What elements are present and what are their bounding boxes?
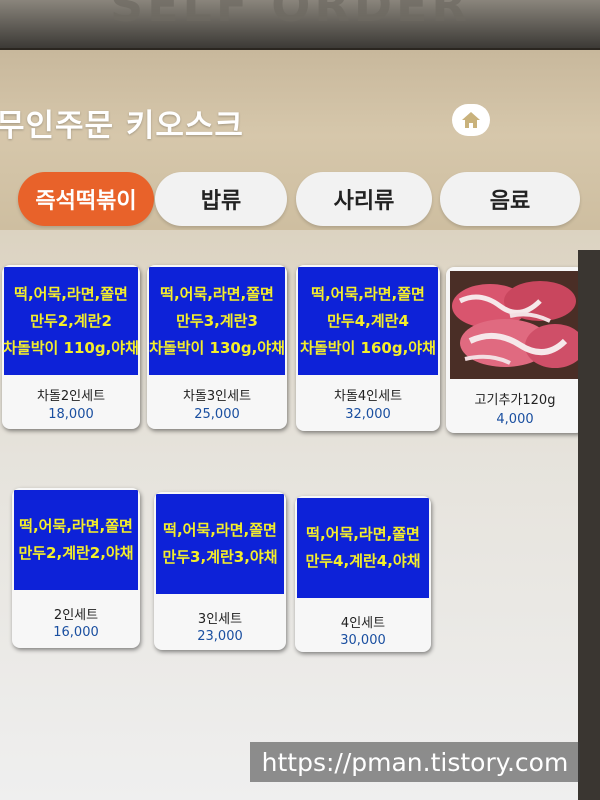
page-title: 무인주문 키오스크 xyxy=(0,108,244,144)
product-desc-line: 만두2,계란2 xyxy=(30,311,112,330)
product-price: 30,000 xyxy=(340,633,386,648)
product-image: 떡,어묵,라면,쫄면 만두4,계란4 차돌박이 160g,야채 xyxy=(298,267,438,375)
home-button[interactable] xyxy=(452,104,490,136)
product-desc-line: 떡,어묵,라면,쫄면 xyxy=(19,517,133,535)
product-price: 25,000 xyxy=(194,407,240,422)
product-desc-line: 떡,어묵,라면,쫄면 xyxy=(311,284,425,303)
product-price: 16,000 xyxy=(53,625,99,640)
product-desc-line: 떡,어묵,라면,쫄면 xyxy=(163,521,277,539)
product-desc-line: 차돌박이 110g,야채 xyxy=(3,338,139,357)
meat-photo xyxy=(450,271,584,379)
product-card-set-3[interactable]: 떡,어묵,라면,쫄면 만두3,계란3,야채 3인세트 23,000 xyxy=(154,492,286,650)
product-grid: 떡,어묵,라면,쫄면 만두2,계란2 차돌박이 110g,야채 차돌2인세트 1… xyxy=(0,230,600,800)
product-name: 3인세트 xyxy=(197,612,243,627)
tab-sides[interactable]: 사리류 xyxy=(296,172,432,226)
product-card-set-4[interactable]: 떡,어묵,라면,쫄면 만두4,계란4,야채 4인세트 30,000 xyxy=(295,496,431,652)
product-name: 4인세트 xyxy=(340,616,386,631)
home-icon xyxy=(462,112,480,128)
product-price: 32,000 xyxy=(345,407,391,422)
product-image: 떡,어묵,라면,쫄면 만두4,계란4,야채 xyxy=(297,498,429,598)
header: 무인주문 키오스크 즉석떡볶이 밥류 사리류 음료 xyxy=(0,50,600,240)
product-image: 떡,어묵,라면,쫄면 만두3,계란3,야채 xyxy=(156,494,284,594)
tab-tteokbokki[interactable]: 즉석떡볶이 xyxy=(18,172,154,226)
tab-rice[interactable]: 밥류 xyxy=(155,172,287,226)
bezel-text: SELF ORDER xyxy=(110,0,471,32)
product-image: 떡,어묵,라면,쫄면 만두3,계란3 차돌박이 130g,야채 xyxy=(149,267,285,375)
product-card-set-2[interactable]: 떡,어묵,라면,쫄면 만두2,계란2,야채 2인세트 16,000 xyxy=(12,488,140,648)
product-image: 떡,어묵,라면,쫄면 만두2,계란2,야채 xyxy=(14,490,138,590)
product-card-chadol-2[interactable]: 떡,어묵,라면,쫄면 만두2,계란2 차돌박이 110g,야채 차돌2인세트 1… xyxy=(2,265,140,429)
tab-drinks[interactable]: 음료 xyxy=(440,172,580,226)
product-desc-line: 만두2,계란2,야채 xyxy=(18,544,134,562)
product-desc-line: 차돌박이 130g,야채 xyxy=(149,338,285,357)
product-name: 차돌2인세트 xyxy=(36,389,106,404)
product-price: 18,000 xyxy=(48,407,94,422)
product-desc-line: 떡,어묵,라면,쫄면 xyxy=(14,284,128,303)
product-price: 23,000 xyxy=(197,629,243,644)
product-desc-line: 떡,어묵,라면,쫄면 xyxy=(160,284,274,303)
meat-photo-image xyxy=(450,271,584,379)
product-desc-line: 만두4,계란4,야채 xyxy=(305,552,421,570)
product-desc-line: 만두3,계란3 xyxy=(176,311,258,330)
kiosk-bezel-top: SELF ORDER xyxy=(0,0,600,48)
product-desc-line: 만두4,계란4 xyxy=(327,311,409,330)
watermark-url: https://pman.tistory.com xyxy=(250,742,580,782)
product-name: 2인세트 xyxy=(53,608,99,623)
product-name: 차돌4인세트 xyxy=(333,389,403,404)
product-desc-line: 차돌박이 160g,야채 xyxy=(300,338,436,357)
product-card-extra-meat[interactable]: 고기추가120g 4,000 xyxy=(446,267,584,433)
kiosk-screen: 무인주문 키오스크 즉석떡볶이 밥류 사리류 음료 떡,어묵,라면,쫄면 만두2… xyxy=(0,50,600,800)
product-image: 떡,어묵,라면,쫄면 만두2,계란2 차돌박이 110g,야채 xyxy=(3,267,139,375)
product-name: 차돌3인세트 xyxy=(182,389,252,404)
product-card-chadol-3[interactable]: 떡,어묵,라면,쫄면 만두3,계란3 차돌박이 130g,야채 차돌3인세트 2… xyxy=(147,265,287,429)
kiosk-bezel-right xyxy=(578,250,600,800)
product-card-chadol-4[interactable]: 떡,어묵,라면,쫄면 만두4,계란4 차돌박이 160g,야채 차돌4인세트 3… xyxy=(296,265,440,431)
product-price: 4,000 xyxy=(496,412,534,427)
product-desc-line: 떡,어묵,라면,쫄면 xyxy=(306,525,420,543)
product-name: 고기추가120g xyxy=(474,393,556,408)
category-tabs: 즉석떡볶이 밥류 사리류 음료 xyxy=(0,172,600,230)
product-desc-line: 만두3,계란3,야채 xyxy=(162,548,278,566)
